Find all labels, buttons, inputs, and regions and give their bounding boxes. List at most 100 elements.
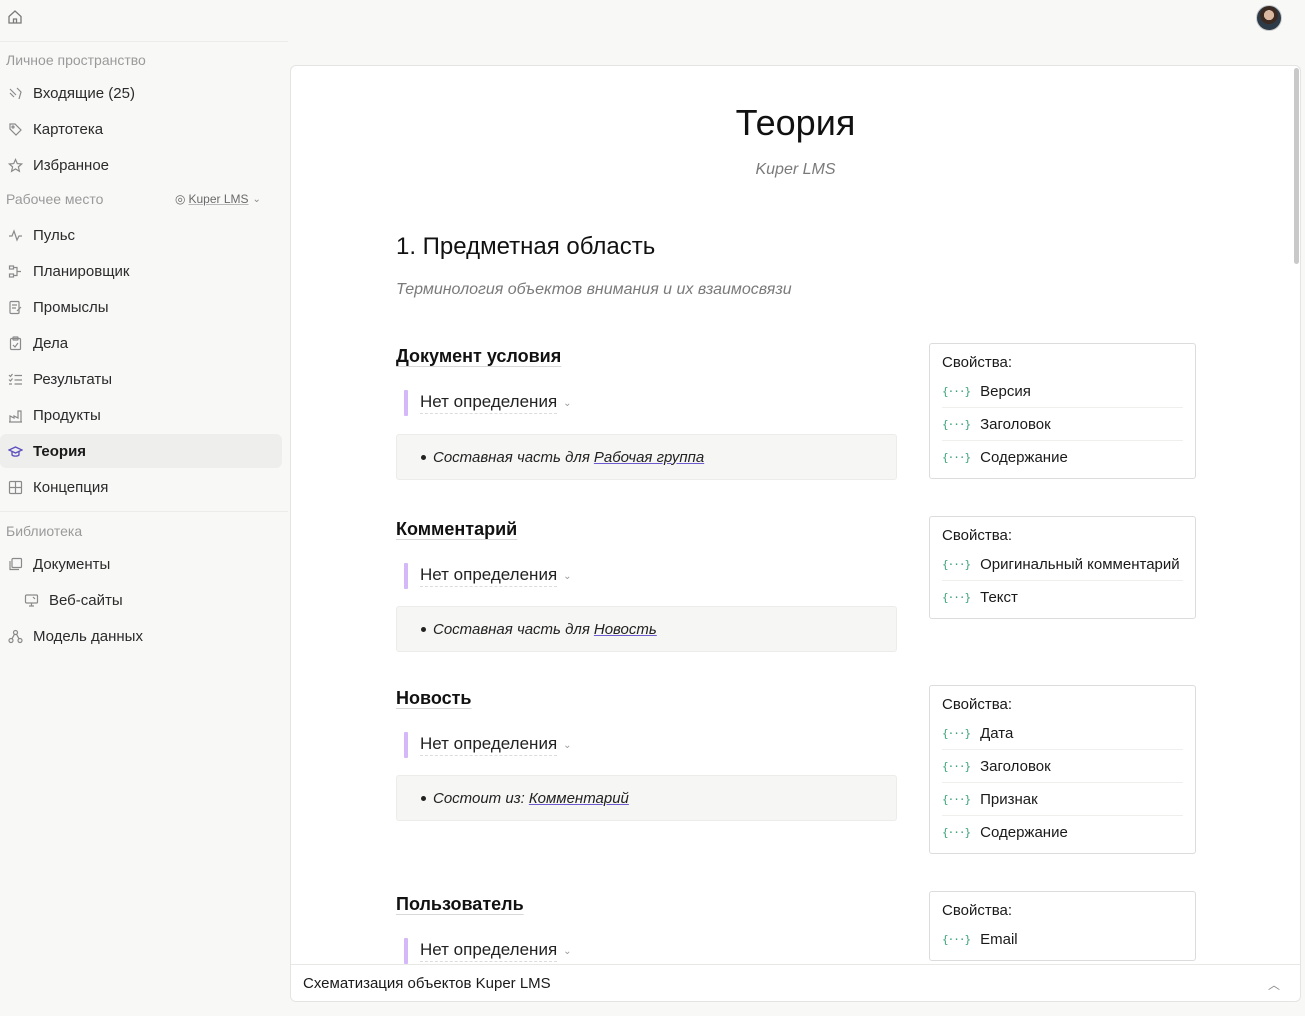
planner-icon bbox=[8, 264, 23, 279]
relation-link[interactable]: Комментарий bbox=[529, 790, 629, 807]
property-label: Заголовок bbox=[980, 415, 1051, 433]
sidebar-item-documents[interactable]: Документы bbox=[0, 547, 282, 581]
property-item[interactable]: {···} Версия bbox=[942, 375, 1183, 408]
properties-panel: Свойства: {···} Дата {···} Заголовок {···}… bbox=[929, 685, 1196, 854]
definition-selector[interactable]: Нет определения ⌄ bbox=[404, 563, 572, 589]
property-item[interactable]: {···} Дата bbox=[942, 717, 1183, 750]
monitor-icon bbox=[24, 593, 39, 608]
graduation-cap-icon bbox=[8, 444, 23, 459]
top-divider bbox=[0, 41, 288, 42]
sidebar-item-label: Избранное bbox=[33, 156, 110, 174]
relation-box: Составная часть для Новость bbox=[396, 606, 897, 652]
property-label: Заголовок bbox=[980, 757, 1051, 775]
bullet-icon bbox=[421, 454, 426, 460]
definition-text: Нет определения bbox=[420, 392, 558, 414]
definition-bar bbox=[404, 732, 408, 758]
sidebar-item-theory[interactable]: Теория bbox=[0, 434, 282, 468]
sidebar-item-inbox[interactable]: Входящие (25) bbox=[0, 76, 282, 110]
sidebar-item-crafts[interactable]: Промыслы bbox=[0, 290, 282, 324]
relation-prefix: Составная часть для bbox=[433, 448, 590, 466]
property-item[interactable]: {···} Текст bbox=[942, 581, 1183, 614]
library-divider bbox=[0, 511, 288, 512]
properties-panel: Свойства: {···} Email bbox=[929, 891, 1196, 961]
tag-icon bbox=[8, 122, 23, 137]
property-item[interactable]: {···} Оригинальный комментарий bbox=[942, 548, 1183, 581]
entity-title[interactable]: Комментарий bbox=[396, 519, 517, 540]
chevron-down-icon: ⌄ bbox=[563, 397, 572, 409]
property-label: Оригинальный комментарий bbox=[980, 555, 1180, 573]
sidebar-item-label: Картотека bbox=[33, 120, 104, 138]
braces-icon: {···} bbox=[942, 591, 971, 604]
relation-prefix: Составная часть для bbox=[433, 620, 590, 638]
braces-icon: {···} bbox=[942, 826, 971, 839]
property-item[interactable]: {···} Содержание bbox=[942, 441, 1183, 474]
star-icon bbox=[8, 157, 23, 173]
relation-link[interactable]: Новость bbox=[594, 621, 657, 638]
sidebar-item-label: Продукты bbox=[33, 406, 101, 424]
properties-title: Свойства: bbox=[942, 902, 1013, 919]
sidebar-item-tasks[interactable]: Дела bbox=[0, 326, 282, 360]
property-item[interactable]: {···} Признак bbox=[942, 783, 1183, 816]
property-label: Текст bbox=[980, 589, 1018, 606]
definition-bar bbox=[404, 938, 408, 964]
definition-selector[interactable]: Нет определения ⌄ bbox=[404, 938, 572, 964]
braces-icon: {···} bbox=[942, 557, 971, 571]
sidebar-item-label: Результаты bbox=[33, 370, 112, 388]
sidebar-item-concept[interactable]: Концепция bbox=[0, 470, 282, 504]
definition-selector[interactable]: Нет определения ⌄ bbox=[404, 390, 572, 416]
definition-bar bbox=[404, 563, 408, 589]
bullet-icon bbox=[421, 626, 426, 632]
property-item[interactable]: {···} Заголовок bbox=[942, 408, 1183, 441]
sidebar-item-label: Документы bbox=[33, 555, 111, 573]
sidebar-item-label: Входящие (25) bbox=[33, 84, 135, 102]
definition-selector[interactable]: Нет определения ⌄ bbox=[404, 732, 572, 758]
sidebar-item-label: Теория bbox=[33, 442, 87, 460]
braces-icon: {···} bbox=[942, 759, 971, 773]
sidebar-item-label: Промыслы bbox=[33, 298, 109, 316]
sidebar-item-catalog[interactable]: Картотека bbox=[0, 112, 282, 146]
property-item[interactable]: {···} Содержание bbox=[942, 816, 1183, 849]
braces-icon: {···} bbox=[942, 417, 971, 431]
bullet-icon bbox=[421, 795, 426, 801]
sidebar-item-planner[interactable]: Планировщик bbox=[0, 254, 282, 288]
properties-title: Свойства: bbox=[942, 354, 1013, 371]
schema-panel-bar[interactable]: Схематизация объектов Kuper LMS ︿ bbox=[291, 964, 1300, 1001]
user-avatar[interactable] bbox=[1256, 5, 1282, 31]
sidebar-item-label: Модель данных bbox=[33, 627, 143, 645]
home-icon[interactable] bbox=[6, 8, 24, 26]
sidebar-item-pulse[interactable]: Пульс bbox=[0, 218, 282, 252]
sidebar-item-results[interactable]: Результаты bbox=[0, 362, 282, 396]
sidebar-item-websites[interactable]: Веб-сайты bbox=[0, 583, 282, 617]
properties-panel: Свойства: {···} Оригинальный комментарий … bbox=[929, 516, 1196, 619]
property-label: Email bbox=[980, 931, 1018, 948]
workspace-name: Kuper LMS bbox=[188, 192, 249, 206]
sidebar-item-favorites[interactable]: Избранное bbox=[0, 148, 282, 182]
definition-text: Нет определения bbox=[420, 565, 558, 587]
property-label: Признак bbox=[980, 790, 1038, 808]
chevron-down-icon: ⌄ bbox=[563, 945, 572, 957]
section-heading: 1. Предметная область bbox=[396, 233, 656, 260]
entity-title[interactable]: Пользователь bbox=[396, 894, 524, 915]
property-item[interactable]: {···} Заголовок bbox=[942, 750, 1183, 783]
sidebar-item-products[interactable]: Продукты bbox=[0, 398, 282, 432]
sidebar-item-data-model[interactable]: Модель данных bbox=[0, 619, 282, 653]
sidebar-item-label: Планировщик bbox=[33, 262, 130, 280]
entity-title[interactable]: Документ условия bbox=[396, 346, 561, 367]
factory-icon bbox=[8, 408, 23, 423]
property-item[interactable]: {···} Email bbox=[942, 923, 1183, 956]
properties-title: Свойства: bbox=[942, 527, 1013, 544]
chevron-up-icon[interactable]: ︿ bbox=[1268, 976, 1280, 993]
relation-link[interactable]: Рабочая группа bbox=[594, 449, 704, 466]
properties-panel: Свойства: {···} Версия {···} Заголовок {··… bbox=[929, 343, 1196, 479]
document-panel: Теория Kuper LMS 1. Предметная область Т… bbox=[290, 65, 1301, 1002]
braces-icon: {···} bbox=[942, 451, 971, 464]
sidebar-item-label: Пульс bbox=[33, 226, 76, 244]
chevron-down-icon: ⌄ bbox=[563, 570, 572, 582]
data-model-icon bbox=[8, 629, 23, 644]
property-label: Дата bbox=[980, 724, 1014, 742]
entity-title[interactable]: Новость bbox=[396, 688, 471, 709]
workspace-selector[interactable]: ◎ Kuper LMS ⌄ bbox=[175, 192, 261, 206]
clipboard-icon bbox=[8, 335, 23, 351]
property-label: Содержание bbox=[980, 449, 1068, 466]
layout-icon bbox=[8, 480, 23, 495]
